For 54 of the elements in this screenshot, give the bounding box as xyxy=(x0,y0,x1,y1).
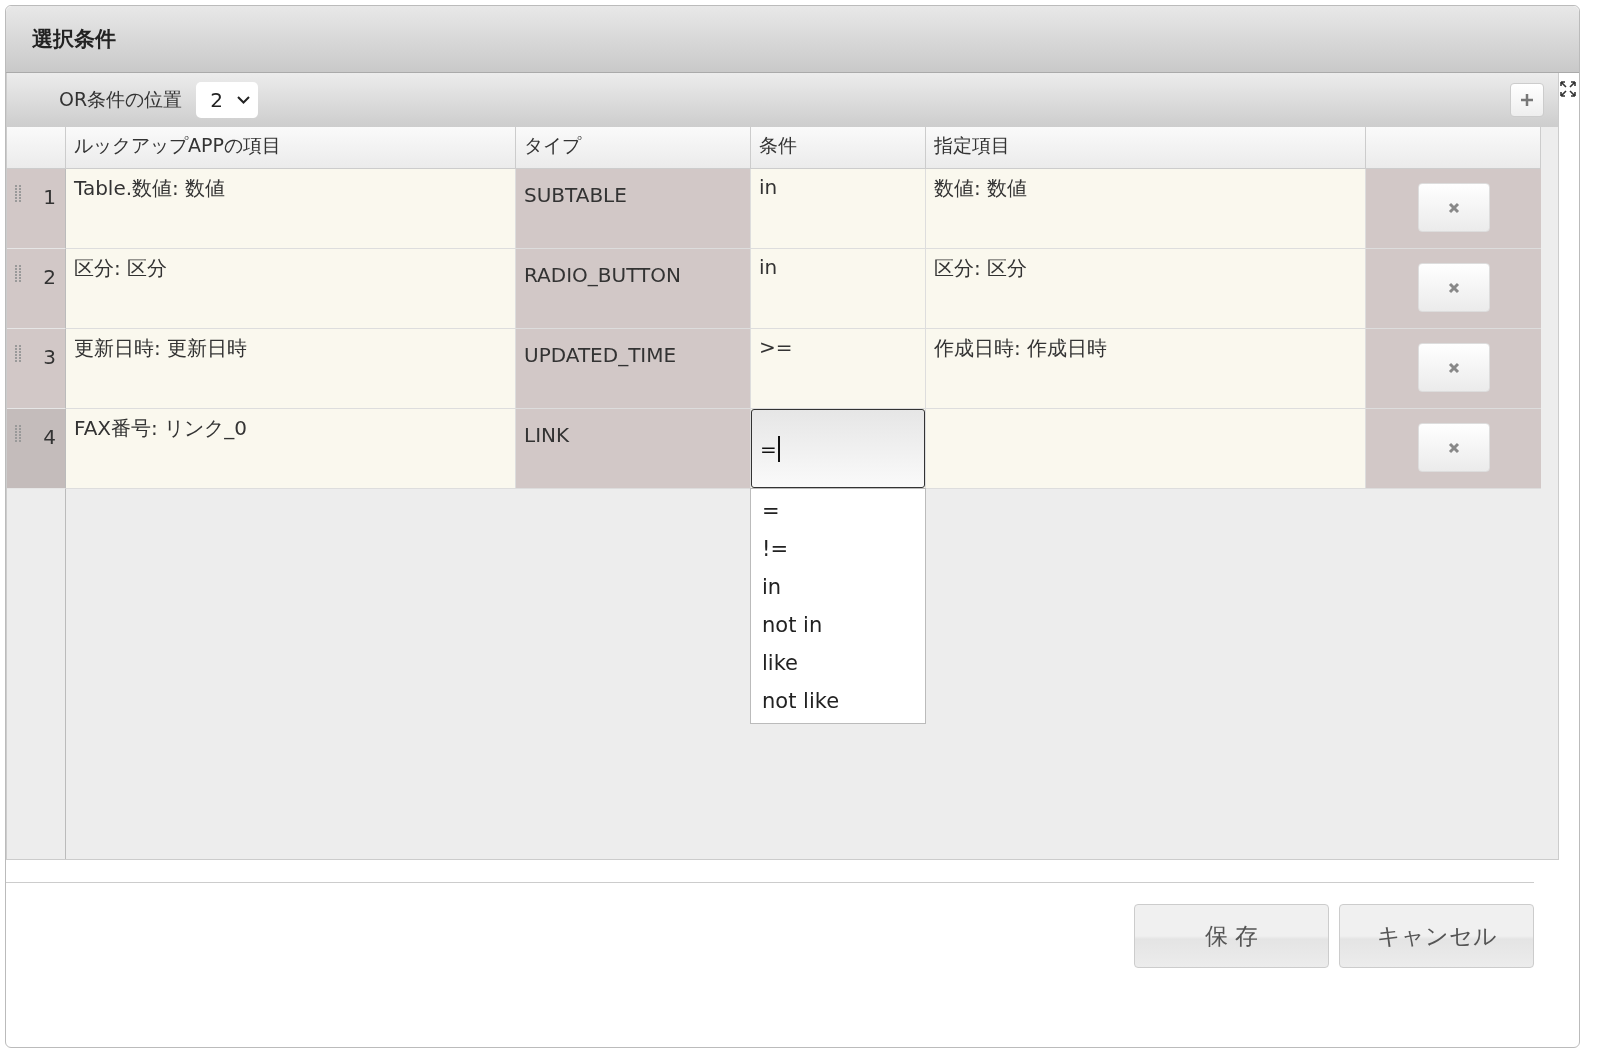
row-number-cell[interactable]: 4 xyxy=(7,409,66,489)
dropdown-option[interactable]: != xyxy=(751,530,925,568)
cancel-button[interactable]: キャンセル xyxy=(1339,904,1534,968)
plus-icon xyxy=(1520,93,1534,107)
drag-handle-icon[interactable] xyxy=(15,265,23,283)
table-cell: >= xyxy=(751,329,926,409)
row-number: 1 xyxy=(43,185,56,209)
dropdown-option[interactable]: in xyxy=(751,568,925,606)
dropdown-option[interactable]: = xyxy=(751,492,925,530)
delete-row-button[interactable] xyxy=(1417,183,1490,232)
drag-handle-icon[interactable] xyxy=(15,185,23,203)
table-cell: 区分: 区分 xyxy=(66,249,516,329)
close-icon xyxy=(1447,201,1460,214)
table-cell: 区分: 区分 xyxy=(926,249,1366,329)
row-number-cell[interactable]: 1 xyxy=(7,169,66,249)
save-button[interactable]: 保 存 xyxy=(1134,904,1329,968)
row-number: 3 xyxy=(43,345,56,369)
or-position-select[interactable]: 2 xyxy=(196,82,258,118)
dropdown-option[interactable]: not in xyxy=(751,606,925,644)
dropdown-option[interactable]: not like xyxy=(751,682,925,720)
column-header[interactable]: 指定項目 xyxy=(926,127,1366,169)
close-icon xyxy=(1447,361,1460,374)
row-number-cell[interactable]: 3 xyxy=(7,329,66,409)
column-header[interactable]: ルックアップAPPの項目 xyxy=(66,127,516,169)
table-cell: 作成日時: 作成日時 xyxy=(926,329,1366,409)
delete-row-button[interactable] xyxy=(1417,343,1490,392)
drag-handle-icon[interactable] xyxy=(15,345,23,363)
table-cell: in xyxy=(751,169,926,249)
table-cell: 数値: 数値 xyxy=(926,169,1366,249)
row-number-cell[interactable]: 2 xyxy=(7,249,66,329)
table-cell: UPDATED_TIME xyxy=(516,329,751,409)
drag-handle-icon[interactable] xyxy=(15,425,23,443)
column-header[interactable]: タイプ xyxy=(516,127,751,169)
table-cell: in xyxy=(751,249,926,329)
add-row-button[interactable] xyxy=(1510,83,1544,117)
row-number: 4 xyxy=(43,425,56,449)
table-cell: RADIO_BUTTON xyxy=(516,249,751,329)
column-header[interactable]: 条件 xyxy=(751,127,926,169)
close-icon xyxy=(1447,281,1460,294)
table-cell: SUBTABLE xyxy=(516,169,751,249)
table-cell: FAX番号: リンク_0 xyxy=(66,409,516,489)
expand-icon[interactable] xyxy=(1560,81,1576,97)
condition-input-field[interactable]: = xyxy=(751,409,925,488)
row-number: 2 xyxy=(43,265,56,289)
close-icon xyxy=(1447,441,1460,454)
chevron-down-icon xyxy=(236,96,250,104)
delete-row-button[interactable] xyxy=(1417,263,1490,312)
table-cell: Table.数値: 数値 xyxy=(66,169,516,249)
or-position-label: OR条件の位置 xyxy=(59,87,183,112)
delete-row-button[interactable] xyxy=(1417,423,1490,472)
dialog-title: 選択条件 xyxy=(32,26,116,53)
table-cell: 更新日時: 更新日時 xyxy=(66,329,516,409)
table-cell: LINK xyxy=(516,409,751,489)
dropdown-option[interactable]: like xyxy=(751,644,925,682)
